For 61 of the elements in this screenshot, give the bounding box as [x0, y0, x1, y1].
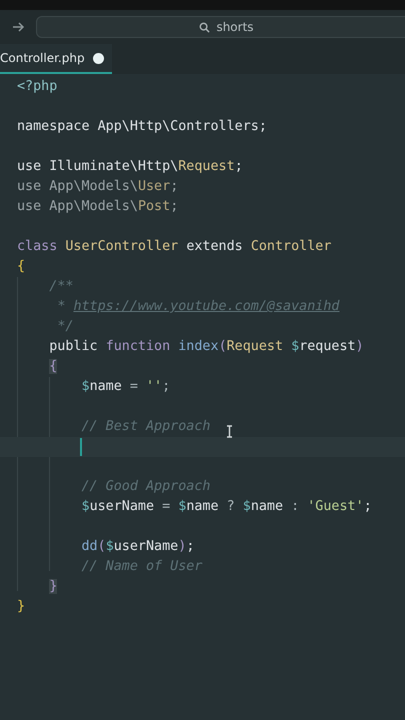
variable-sigil: $ [242, 499, 251, 514]
class-name: User [138, 179, 170, 194]
search-icon [199, 22, 210, 32]
code-text: userName [90, 499, 154, 514]
class-name: Post [138, 199, 170, 214]
variable-sigil: $ [106, 539, 114, 554]
variable-sigil: $ [82, 499, 90, 514]
code-text: name [186, 499, 219, 514]
matching-brace: } [49, 579, 58, 594]
forward-arrow-icon [11, 20, 25, 34]
brace: { [17, 259, 26, 274]
code-comment: /** [49, 279, 74, 294]
code-text: ; [162, 379, 170, 394]
code-comment: // Name of User [82, 559, 202, 574]
code-text: ? [226, 499, 235, 514]
matching-brace: { [49, 359, 58, 374]
function-name: dd [82, 539, 98, 554]
code-comment: // Good Approach [82, 479, 210, 494]
parenthesis: ) [178, 539, 186, 554]
variable-sigil: $ [82, 379, 90, 394]
keyword: function [106, 339, 170, 354]
code-comment: // Best Approach [82, 419, 210, 434]
parenthesis: ) [356, 339, 364, 354]
code-text: use App\Models\ [17, 199, 138, 214]
code-text: extends [186, 239, 243, 254]
function-name: index [178, 339, 219, 354]
code-text: = [162, 499, 170, 514]
mouse-ibeam-icon [226, 425, 233, 438]
class-name: Request [178, 159, 235, 174]
search-field[interactable]: shorts [36, 16, 405, 38]
brace: } [17, 599, 26, 614]
code-text: ; [170, 179, 178, 194]
string-literal: '' [146, 379, 162, 394]
code-text: ; [170, 199, 178, 214]
string-literal: 'Guest' [307, 499, 364, 514]
code-text: ; [364, 499, 372, 514]
code-text: name [250, 499, 284, 514]
code-text: : [291, 499, 300, 514]
code-text: userName [114, 539, 178, 554]
code-comment: * [57, 299, 66, 314]
class-name: UserController [65, 239, 178, 254]
parenthesis: ( [98, 539, 106, 554]
code-comment: */ [57, 319, 74, 334]
class-name: Request [226, 339, 284, 354]
variable-sigil: $ [178, 499, 186, 514]
code-text: public [49, 339, 98, 354]
code-text: name [90, 379, 122, 394]
parenthesis: ( [218, 339, 227, 354]
variable-sigil: $ [291, 339, 300, 354]
code-text: use App\Models\ [17, 179, 138, 194]
code-text: ; [186, 539, 194, 554]
code-text: ; [234, 159, 243, 174]
text-cursor [80, 438, 82, 456]
class-name: Controller [250, 239, 332, 254]
php-tag: <?php [17, 79, 58, 94]
code-text: namespace App\Http\Controllers; [17, 119, 267, 134]
code-text: request [299, 339, 356, 354]
editor-tab[interactable]: Controller.php [0, 44, 112, 74]
code-text: use Illuminate\Http\ [17, 159, 178, 174]
code-text: = [130, 379, 138, 394]
keyword: class [17, 239, 58, 254]
